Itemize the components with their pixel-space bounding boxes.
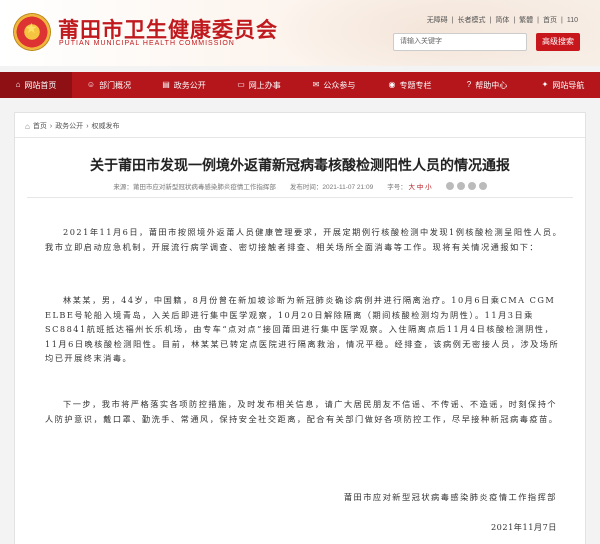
nav-item-public-participation[interactable]: ✉ 公众参与 [296,72,372,98]
nav-label: 公众参与 [323,80,356,90]
font-size-switch: 字号： 大 中 小 [387,181,431,191]
font-size-small[interactable]: 小 [425,184,432,191]
nav-item-help[interactable]: ? 帮助中心 [448,72,526,98]
nav-icon: ✦ [541,80,549,89]
nav-label: 专题专栏 [399,80,432,90]
article-paragraph: 下一步，我市将严格落实各项防控措施，及时发布相关信息，请广大居民朋友不信谣、不传… [45,399,559,424]
home-icon: ⌂ [25,121,30,131]
nav-label: 政务公开 [173,80,206,90]
site-header: ★ 莆田市卫生健康委员会 PUTIAN MUNICIPAL HEALTH COM… [0,0,600,66]
article-paragraph: 2021年11月6日，莆田市按照境外返莆人员健康管理要求，开展定期例行核酸检测中… [45,227,563,252]
breadcrumb-separator: › [49,122,53,130]
source-info: 来源：莆田市应对新型冠状病毒感染肺炎疫情工作指挥部 [113,181,276,191]
nav-label: 帮助中心 [475,80,508,90]
top-links: 无障碍 | 长者模式 | 简体 | 繁體 | 首页 | 110 [427,15,578,25]
share-weibo-icon[interactable] [456,182,465,190]
search-input[interactable]: 请输入关键字 [393,33,527,51]
separator: | [561,16,563,24]
share-qzone-icon[interactable] [467,182,476,190]
divider [27,197,573,198]
font-label: 字号： [387,184,407,191]
font-size-large[interactable]: 大 [409,184,416,191]
article-panel: ⌂ 首页 › 政务公开 › 权威发布 关于莆田市发现一例境外返莆新冠病毒核酸检测… [14,112,586,544]
share-icons [445,182,487,190]
emblem-icon: ★ [14,14,50,50]
separator: | [489,16,492,24]
source-label: 来源： [113,184,133,191]
home-link[interactable]: 首页 [543,15,557,25]
breadcrumb-separator: › [86,122,89,130]
help-icon: ? [466,80,472,89]
share-wechat-icon[interactable] [445,182,454,190]
nav-item-site-nav[interactable]: ✦ 网站导航 [526,72,600,98]
nav-item-department[interactable]: ☺ 部门概况 [72,72,146,98]
divider [15,137,585,138]
time-value: 2021-11-07 21:09 [322,184,374,191]
article-paragraph: 林某某，男，44岁，中国籍，8月份曾在新加坡诊断为新冠肺炎确诊病例并进行隔离治疗… [45,295,560,364]
nav-item-online-service[interactable]: ▭ 网上办事 [222,72,296,98]
main-nav: ⌂ 网站首页 ☺ 部门概况 ▤ 政务公开 ▭ 网上办事 ✉ 公众参与 ◉ 专题专… [0,72,600,98]
nav-item-gov-affairs[interactable]: ▤ 政务公开 [146,72,222,98]
document-icon: ▤ [162,80,170,89]
hotline-link[interactable]: 110 [567,17,578,24]
font-size-medium[interactable]: 中 [417,184,424,191]
nav-item-home[interactable]: ⌂ 网站首页 [0,72,72,98]
nav-item-topics[interactable]: ◉ 专题专栏 [372,72,448,98]
nav-label: 部门概况 [99,80,132,90]
advanced-search-button[interactable]: 高级搜索 [536,33,580,51]
breadcrumb: ⌂ 首页 › 政务公开 › 权威发布 [25,121,120,131]
monitor-icon: ▭ [237,80,245,89]
separator: | [513,16,516,24]
article-date: 2021年11月7日 [490,522,557,532]
breadcrumb-gov-affairs[interactable]: 政务公开 [55,121,83,131]
chat-icon: ✉ [312,80,320,89]
article-signature: 莆田市应对新型冠状病毒感染肺炎疫情工作指挥部 [343,492,557,502]
nav-label: 网上办事 [248,80,281,90]
publish-time: 发布时间：2021-11-07 21:09 [290,181,373,191]
topic-icon: ◉ [388,80,396,89]
star-icon: ★ [25,21,38,37]
nav-label: 网站首页 [24,80,57,90]
breadcrumb-authoritative[interactable]: 权威发布 [92,121,120,131]
accessibility-link[interactable]: 无障碍 [427,15,448,25]
simplified-link[interactable]: 简体 [495,15,509,25]
separator: | [451,16,454,24]
people-icon: ☺ [86,80,96,89]
traditional-link[interactable]: 繁體 [519,15,533,25]
site-subtitle: PUTIAN MUNICIPAL HEALTH COMMISSION [59,40,235,47]
article-meta: 来源：莆田市应对新型冠状病毒感染肺炎疫情工作指挥部 发布时间：2021-11-0… [15,181,585,191]
home-icon: ⌂ [15,80,21,89]
separator: | [537,16,539,24]
breadcrumb-home[interactable]: 首页 [33,121,47,131]
print-icon[interactable] [478,182,487,190]
nav-label: 网站导航 [552,80,585,90]
source-value: 莆田市应对新型冠状病毒感染肺炎疫情工作指挥部 [132,184,276,191]
time-label: 发布时间： [289,184,323,191]
article-title: 关于莆田市发现一例境外返莆新冠病毒核酸检测阳性人员的情况通报 [90,158,510,174]
elder-mode-link[interactable]: 长者模式 [458,15,486,25]
